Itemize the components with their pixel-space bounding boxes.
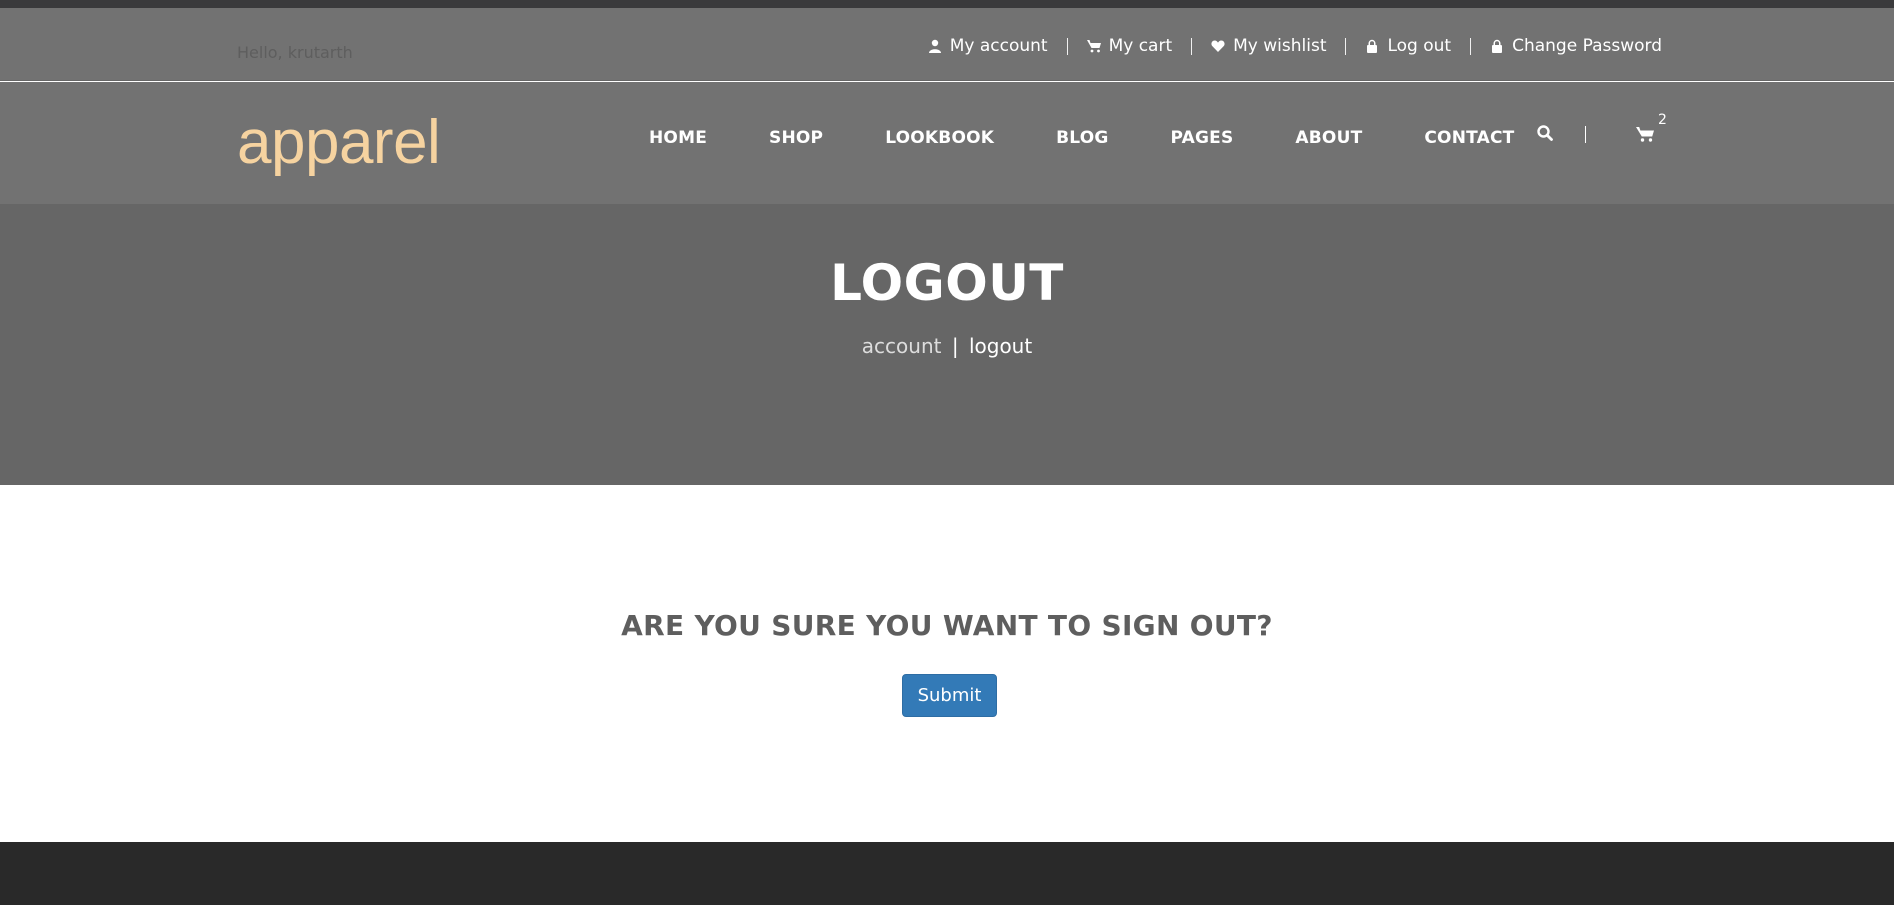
my-cart-label: My cart <box>1108 36 1173 56</box>
footer <box>0 842 1894 905</box>
link-separator <box>1470 37 1472 55</box>
logout-confirm-section: ARE YOU SURE YOU WANT TO SIGN OUT? Submi… <box>0 485 1894 842</box>
my-wishlist-link[interactable]: My wishlist <box>1211 36 1326 56</box>
change-password-label: Change Password <box>1512 36 1662 56</box>
search-icon[interactable] <box>1536 124 1554 142</box>
link-separator <box>1191 37 1193 55</box>
sign-out-question: ARE YOU SURE YOU WANT TO SIGN OUT? <box>621 609 1273 642</box>
lock-icon <box>1367 39 1378 53</box>
cart-count-badge: 2 <box>1658 112 1667 128</box>
nav-item-blog[interactable]: BLOG <box>1056 128 1108 148</box>
log-out-label: Log out <box>1387 36 1452 56</box>
my-wishlist-label: My wishlist <box>1233 36 1327 56</box>
cart-icon[interactable] <box>1636 125 1654 143</box>
page-title: LOGOUT <box>830 254 1064 312</box>
main-navbar: apparel HOME SHOP LOOKBOOK BLOG PAGES AB… <box>0 82 1894 204</box>
link-separator <box>1066 37 1068 55</box>
user-icon <box>928 39 941 53</box>
breadcrumb-separator: | <box>951 334 959 358</box>
greeting-text: Hello, krutarth <box>237 43 353 62</box>
nav-item-shop[interactable]: SHOP <box>769 128 823 148</box>
lock-icon <box>1492 39 1503 53</box>
nav-item-contact[interactable]: CONTACT <box>1424 128 1514 148</box>
my-account-label: My account <box>949 36 1048 56</box>
my-cart-link[interactable]: My cart <box>1086 36 1173 56</box>
change-password-link[interactable]: Change Password <box>1490 36 1662 56</box>
top-bar: Hello, krutarth My account My cart My wi… <box>0 8 1894 81</box>
top-strip <box>0 0 1894 8</box>
submit-button[interactable]: Submit <box>902 674 997 717</box>
nav-item-pages[interactable]: PAGES <box>1171 128 1234 148</box>
main-menu: HOME SHOP LOOKBOOK BLOG PAGES ABOUT CONT… <box>649 128 1514 148</box>
cart-icon <box>1086 40 1101 53</box>
nav-item-home[interactable]: HOME <box>649 128 707 148</box>
log-out-link[interactable]: Log out <box>1365 36 1451 56</box>
breadcrumb: account | logout <box>0 334 1894 358</box>
site-logo[interactable]: apparel <box>237 107 441 178</box>
nav-item-lookbook[interactable]: LOOKBOOK <box>885 128 994 148</box>
heart-icon <box>1211 40 1225 52</box>
link-separator <box>1345 37 1347 55</box>
nav-divider <box>1585 126 1586 143</box>
my-account-link[interactable]: My account <box>928 36 1048 56</box>
account-links: My account My cart My wishlist Log out C… <box>928 36 1662 56</box>
page-banner: LOGOUT account | logout <box>0 204 1894 485</box>
breadcrumb-account-link[interactable]: account <box>862 334 942 358</box>
breadcrumb-current: logout <box>968 334 1033 358</box>
nav-item-about[interactable]: ABOUT <box>1295 128 1362 148</box>
